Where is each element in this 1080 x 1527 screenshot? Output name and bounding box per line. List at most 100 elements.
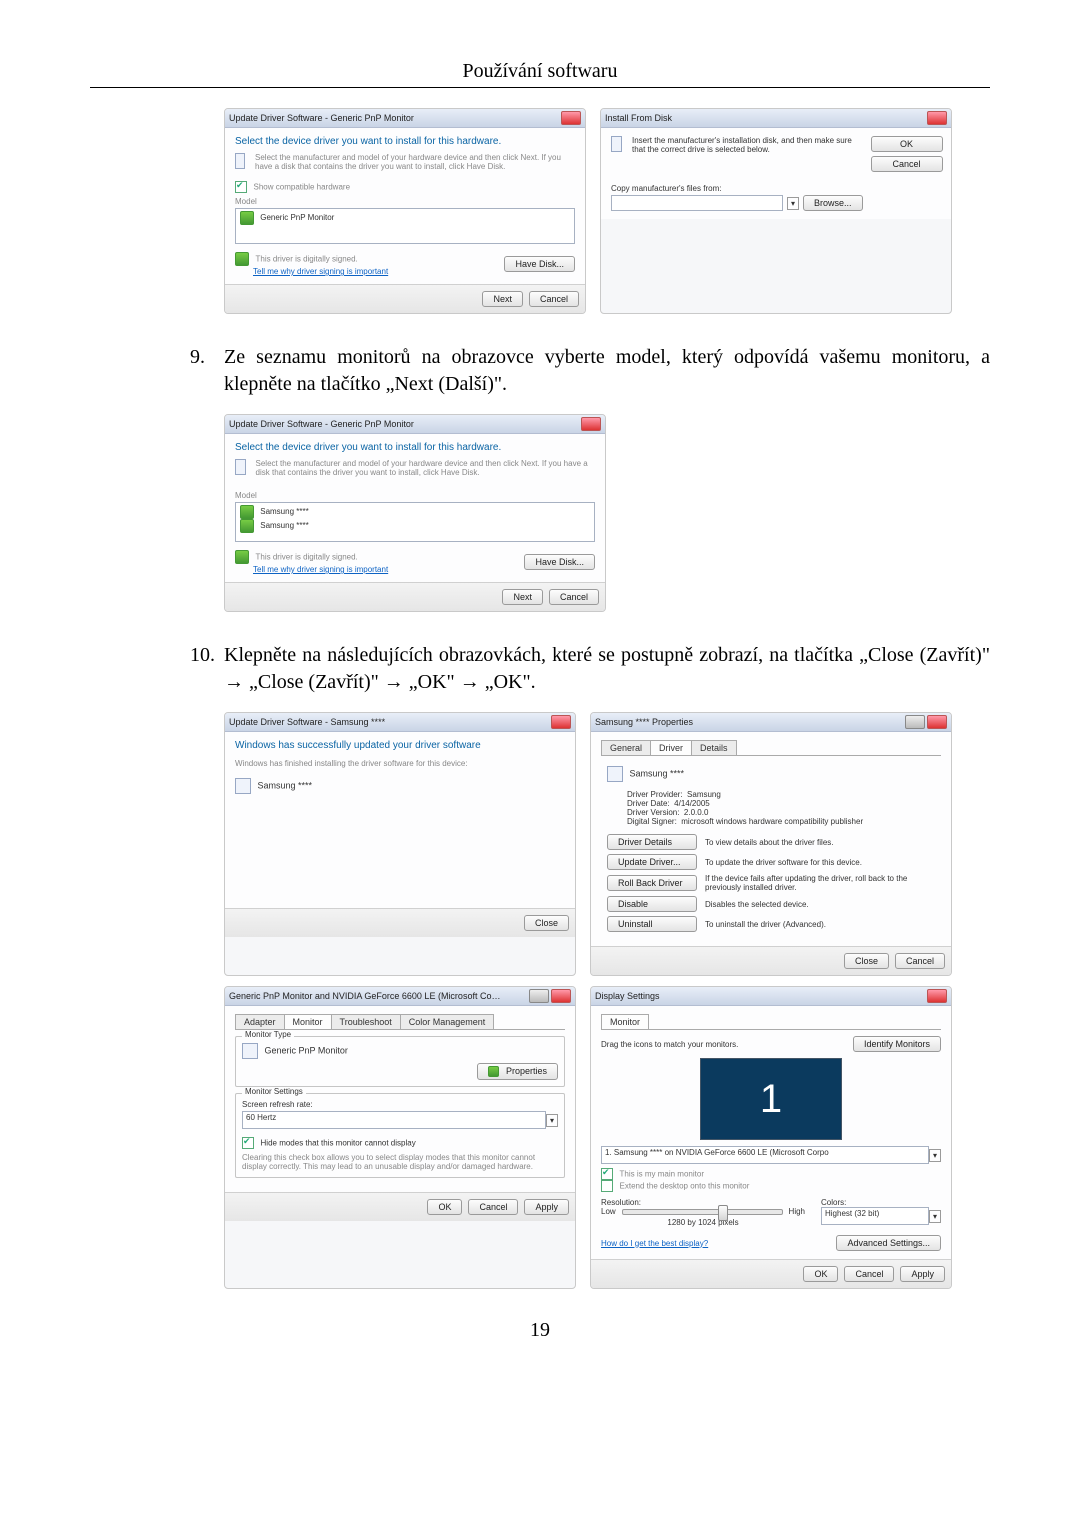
window-title: Generic PnP Monitor and NVIDIA GeForce 6… [229, 991, 527, 1001]
close-icon[interactable] [551, 989, 571, 1003]
model-item: Samsung **** [260, 521, 308, 530]
cancel-button[interactable]: Cancel [844, 1266, 894, 1282]
signed-link[interactable]: Tell me why driver signing is important [253, 565, 388, 574]
ok-button[interactable]: OK [427, 1199, 462, 1215]
tab-troubleshoot[interactable]: Troubleshoot [331, 1014, 401, 1029]
next-button[interactable]: Next [502, 589, 543, 605]
hide-modes-label: Hide modes that this monitor cannot disp… [261, 1139, 416, 1148]
display-dropdown[interactable]: 1. Samsung **** on NVIDIA GeForce 6600 L… [601, 1146, 929, 1164]
browse-button[interactable]: Browse... [803, 195, 863, 211]
desc-text: Windows has finished installing the driv… [235, 759, 565, 768]
apply-button[interactable]: Apply [900, 1266, 945, 1282]
properties-label: Properties [506, 1066, 547, 1076]
device-name: Samsung **** [630, 768, 685, 778]
next-button[interactable]: Next [482, 291, 523, 307]
cancel-button[interactable]: Cancel [549, 589, 599, 605]
group-title: Monitor Type [242, 1030, 294, 1039]
value: 2.0.0.0 [684, 808, 708, 817]
refresh-label: Screen refresh rate: [242, 1100, 558, 1109]
monitor-icon [242, 1043, 258, 1059]
cancel-button[interactable]: Cancel [871, 156, 943, 172]
cancel-button[interactable]: Cancel [895, 953, 945, 969]
colors-label: Colors: [821, 1198, 941, 1207]
driver-details-button[interactable]: Driver Details [607, 834, 697, 850]
path-input[interactable] [611, 195, 783, 211]
close-icon[interactable] [927, 111, 947, 125]
cancel-button[interactable]: Cancel [468, 1199, 518, 1215]
shield-icon [235, 550, 249, 564]
cancel-button[interactable]: Cancel [529, 291, 579, 307]
ok-button[interactable]: OK [871, 136, 943, 152]
value: Samsung [687, 790, 721, 799]
model-listbox[interactable]: Samsung **** Samsung **** [235, 502, 595, 542]
extend-desktop-checkbox[interactable] [601, 1180, 613, 1192]
monitor-name: Generic PnP Monitor [265, 1045, 348, 1055]
slider-thumb[interactable] [718, 1205, 728, 1221]
model-label: Model [235, 491, 595, 500]
tab-colour-mgmt[interactable]: Color Management [400, 1014, 495, 1029]
show-compatible-checkbox[interactable] [235, 181, 247, 193]
label: Driver Date: [627, 799, 670, 808]
dropdown-arrow-icon[interactable]: ▾ [787, 197, 799, 210]
shield-icon [235, 252, 249, 266]
disable-button[interactable]: Disable [607, 896, 697, 912]
main-monitor-label: This is my main monitor [620, 1169, 704, 1178]
step-text: Klepněte na následujících obrazovkách, k… [224, 642, 990, 696]
disk-icon [611, 136, 622, 152]
signed-link[interactable]: Tell me why driver signing is important [253, 267, 388, 276]
have-disk-button[interactable]: Have Disk... [524, 554, 595, 570]
close-button[interactable]: Close [524, 915, 569, 931]
close-button[interactable]: Close [844, 953, 889, 969]
desc: If the device fails after updating the d… [705, 874, 935, 892]
model-listbox[interactable]: Generic PnP Monitor [235, 208, 575, 244]
monitor-icon [235, 778, 251, 794]
hide-modes-checkbox[interactable] [242, 1137, 254, 1149]
tab-details[interactable]: Details [691, 740, 737, 755]
resolution-label: Resolution: [601, 1198, 805, 1207]
res-low: Low [601, 1207, 616, 1216]
advanced-button[interactable]: Advanced Settings... [836, 1235, 941, 1251]
shield-icon [240, 505, 254, 519]
help-icon[interactable] [905, 715, 925, 729]
close-icon[interactable] [927, 715, 947, 729]
help-icon[interactable] [529, 989, 549, 1003]
show-compatible-label: Show compatible hardware [254, 182, 351, 191]
close-icon[interactable] [927, 989, 947, 1003]
update-driver-button[interactable]: Update Driver... [607, 854, 697, 870]
tab-driver[interactable]: Driver [650, 740, 692, 755]
uninstall-button[interactable]: Uninstall [607, 916, 697, 932]
tab-general[interactable]: General [601, 740, 651, 755]
main-monitor-checkbox[interactable] [601, 1168, 613, 1180]
value: 4/14/2005 [674, 799, 710, 808]
tab-monitor[interactable]: Monitor [284, 1014, 332, 1029]
dropdown-arrow-icon[interactable]: ▾ [546, 1114, 558, 1127]
dropdown-arrow-icon[interactable]: ▾ [929, 1210, 941, 1223]
close-icon[interactable] [561, 111, 581, 125]
close-icon[interactable] [581, 417, 601, 431]
colors-dropdown[interactable]: Highest (32 bit) [821, 1207, 929, 1225]
window-title: Samsung **** Properties [595, 717, 903, 727]
model-item: Generic PnP Monitor [260, 213, 334, 222]
close-icon[interactable] [551, 715, 571, 729]
page-rule [90, 87, 990, 88]
refresh-dropdown[interactable]: 60 Hertz [242, 1111, 546, 1129]
rollback-button[interactable]: Roll Back Driver [607, 875, 697, 891]
have-disk-button[interactable]: Have Disk... [504, 256, 575, 272]
page-number: 19 [90, 1319, 990, 1342]
dropdown-arrow-icon[interactable]: ▾ [929, 1149, 941, 1162]
tab-adapter[interactable]: Adapter [235, 1014, 285, 1029]
label: Digital Signer: [627, 817, 677, 826]
properties-button[interactable]: Properties [477, 1063, 558, 1080]
monitor-preview[interactable]: 1 [700, 1058, 842, 1140]
desc: To uninstall the driver (Advanced). [705, 920, 935, 929]
monitor-icon [607, 766, 623, 782]
best-display-link[interactable]: How do I get the best display? [601, 1239, 708, 1248]
ok-button[interactable]: OK [803, 1266, 838, 1282]
res-high: High [789, 1207, 805, 1216]
dialog-update-driver-1: Update Driver Software - Generic PnP Mon… [224, 108, 586, 314]
dialog-display-settings: Display Settings Monitor Drag the icons … [590, 986, 952, 1289]
apply-button[interactable]: Apply [524, 1199, 569, 1215]
identify-button[interactable]: Identify Monitors [853, 1036, 941, 1052]
tab-monitor[interactable]: Monitor [601, 1014, 649, 1029]
resolution-slider[interactable] [622, 1209, 783, 1215]
